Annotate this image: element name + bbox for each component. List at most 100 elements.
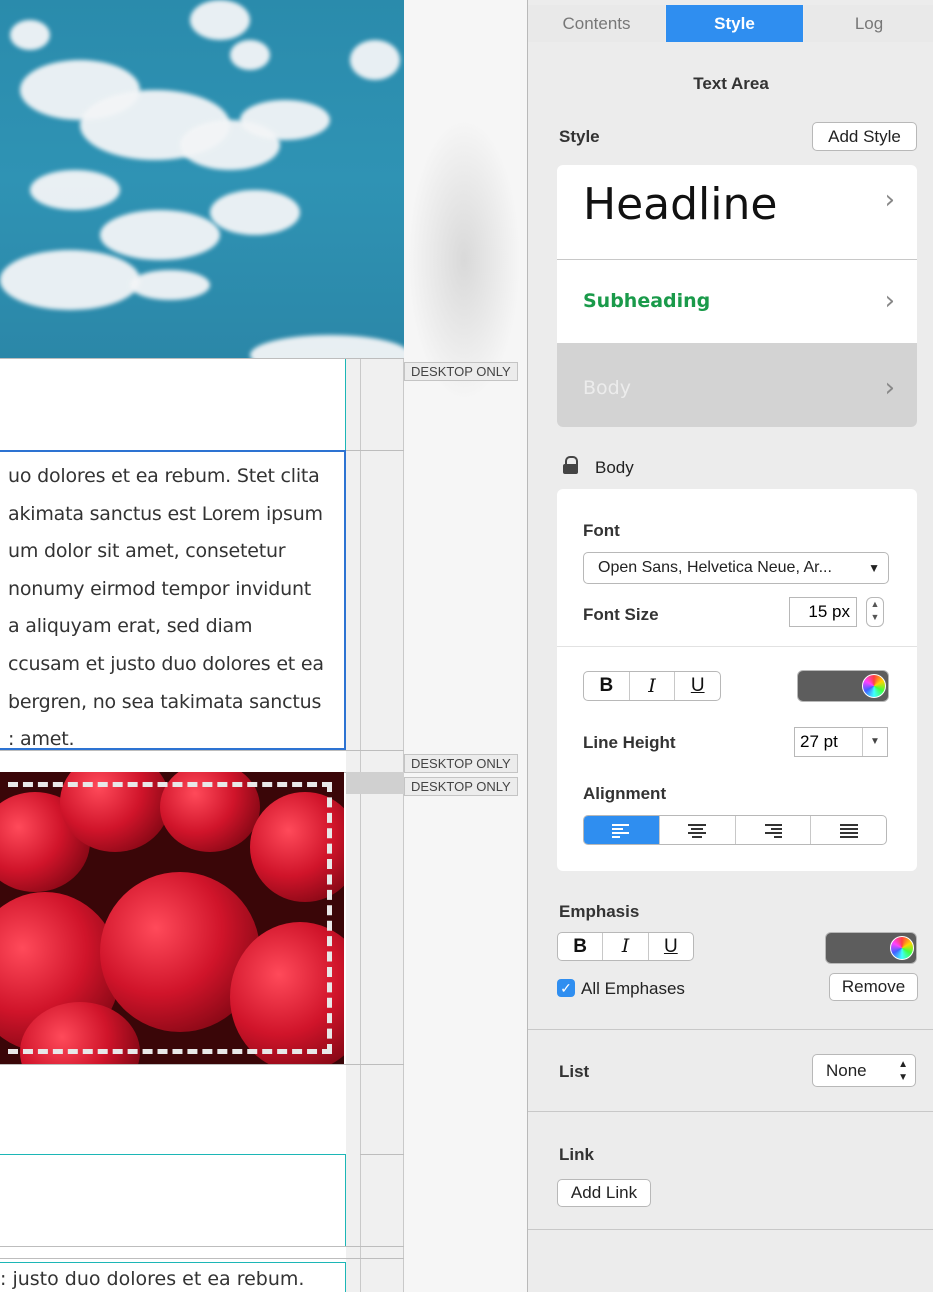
body-style-card: Font Open Sans, Helvetica Neue, Ar... ▼ … [557, 489, 917, 871]
style-label: Style [559, 127, 600, 146]
desktop-only-tag: DESKTOP ONLY [404, 777, 518, 796]
guide-line [403, 358, 404, 1292]
chevron-right-icon: › [884, 185, 895, 215]
guide-line [0, 1262, 346, 1263]
text-color-well[interactable] [797, 670, 889, 702]
style-item-label: Headline [583, 179, 778, 230]
tab-log[interactable]: Log [804, 5, 933, 42]
divider [528, 1029, 933, 1030]
emphasis-bold-button[interactable]: B [558, 933, 604, 960]
alignment-label: Alignment [583, 784, 667, 803]
add-link-button[interactable]: Add Link [557, 1179, 651, 1207]
guide-line [0, 1064, 404, 1065]
guide-line [346, 450, 404, 451]
add-style-button[interactable]: Add Style [812, 122, 917, 151]
body-line: : justo duo dolores et ea rebum. [0, 1268, 305, 1290]
emphasis-italic-button[interactable]: I [603, 933, 649, 960]
list-select[interactable]: None ▲ ▼ [812, 1054, 916, 1087]
page-canvas: DESKTOP ONLY DESKTOP ONLY DESKTOP ONLY u… [0, 0, 527, 1292]
section-title: Text Area [693, 74, 769, 93]
raspberry-image[interactable] [0, 772, 344, 1064]
remove-button[interactable]: Remove [829, 973, 918, 1001]
line-height-value: 27 pt [800, 732, 838, 751]
selection-dashes [8, 782, 332, 1054]
body-line: uo dolores et ea rebum. Stet clita [8, 465, 320, 487]
guide-line [0, 1258, 404, 1259]
align-left-icon [612, 824, 630, 838]
desktop-only-tag: DESKTOP ONLY [404, 362, 518, 381]
guide-line [360, 1154, 404, 1155]
tab-contents[interactable]: Contents [528, 5, 665, 42]
chevron-right-icon: › [884, 286, 895, 316]
list-label: List [559, 1062, 590, 1081]
align-center-icon [688, 824, 707, 838]
body-line: nonumy eirmod tempor invidunt [8, 577, 312, 600]
body-line: bergren, no sea takimata sanctus [8, 690, 322, 713]
align-right-icon [764, 824, 782, 838]
font-size-input[interactable]: 15 px [789, 597, 857, 627]
canvas-gutter [404, 0, 527, 1292]
line-height-label: Line Height [583, 733, 676, 752]
guide-line [360, 358, 361, 1292]
divider [557, 646, 917, 647]
inspector-panel: Contents Style Log Text Area Style Add S… [527, 0, 933, 1292]
font-size-stepper[interactable]: ▲ ▼ [866, 597, 884, 627]
desktop-only-tag: DESKTOP ONLY [404, 754, 518, 773]
body-line: ccusam et justo duo dolores et ea [8, 652, 324, 675]
text-format-buttons: B I U [583, 671, 721, 701]
style-list: Headline › Subheading › Body › [557, 165, 917, 427]
chevron-down-icon[interactable]: ▼ [862, 728, 887, 756]
style-item-headline[interactable]: Headline › [557, 165, 917, 259]
all-emphases-label: All Emphases [581, 979, 685, 998]
align-justify-icon [839, 824, 858, 838]
lock-icon[interactable] [563, 456, 578, 474]
guide-line [0, 1154, 346, 1155]
align-justify-button[interactable] [811, 816, 886, 844]
guide-line [0, 358, 404, 359]
chevron-right-icon: › [884, 373, 895, 403]
color-wheel-icon [890, 936, 914, 960]
underline-button[interactable]: U [675, 672, 720, 700]
guide-line [0, 1246, 404, 1247]
selected-text-area[interactable]: uo dolores et ea rebum. Stet clita akima… [0, 450, 346, 750]
tab-style[interactable]: Style [666, 5, 803, 42]
column-strip [346, 358, 404, 1292]
bold-button[interactable]: B [584, 672, 630, 700]
color-wheel-icon [862, 674, 886, 698]
body-line: : amet. [8, 728, 75, 751]
line-height-combo[interactable]: 27 pt ▼ [794, 727, 888, 757]
align-left-button[interactable] [584, 816, 660, 844]
link-label: Link [559, 1145, 594, 1164]
guide-line [345, 358, 346, 450]
emphasis-color-well[interactable] [825, 932, 917, 964]
up-down-chevron-icon: ▲ ▼ [898, 1059, 908, 1083]
font-value: Open Sans, Helvetica Neue, Ar... [598, 559, 832, 576]
chevron-down-icon: ▼ [868, 561, 880, 575]
font-size-label: Font Size [583, 605, 659, 624]
body-line: a aliquyam erat, sed diam [8, 615, 253, 638]
divider [528, 1229, 933, 1230]
lock-label: Body [595, 458, 634, 477]
style-item-label: Body [583, 377, 631, 399]
font-label: Font [583, 521, 620, 540]
style-item-label: Subheading [583, 290, 711, 312]
sky-image[interactable] [0, 0, 404, 358]
emphasis-format-buttons: B I U [557, 932, 694, 961]
style-item-subheading[interactable]: Subheading › [557, 260, 917, 342]
italic-button[interactable]: I [630, 672, 676, 700]
body-line: um dolor sit amet, consetetur [8, 540, 286, 563]
list-value: None [826, 1061, 867, 1080]
font-select[interactable]: Open Sans, Helvetica Neue, Ar... ▼ [583, 552, 889, 584]
align-right-button[interactable] [736, 816, 812, 844]
guide-line [345, 1154, 346, 1246]
style-item-body[interactable]: Body › [557, 343, 917, 427]
image-placeholder-icon [346, 772, 404, 794]
guide-line [345, 1262, 346, 1292]
emphasis-underline-button[interactable]: U [649, 933, 693, 960]
align-center-button[interactable] [660, 816, 736, 844]
all-emphases-checkbox[interactable]: ✓ [557, 979, 575, 997]
divider [528, 1111, 933, 1112]
alignment-control [583, 815, 887, 845]
body-line: akimata sanctus est Lorem ipsum [8, 502, 323, 525]
emphasis-label: Emphasis [559, 902, 640, 921]
